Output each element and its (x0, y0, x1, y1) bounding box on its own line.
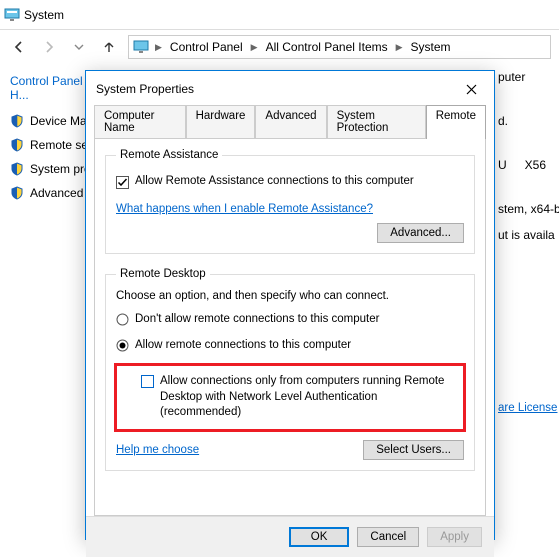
radio-dont-allow[interactable]: Don't allow remote connections to this c… (116, 312, 464, 328)
bg-text: U (498, 158, 507, 172)
radio-label: Allow remote connections to this compute… (135, 338, 351, 354)
chevron-right-icon[interactable]: ▶ (249, 42, 260, 53)
forward-button (38, 36, 60, 58)
tab-hardware[interactable]: Hardware (186, 105, 256, 138)
remote-desktop-note: Choose an option, and then specify who c… (116, 290, 464, 302)
remote-assistance-advanced-button[interactable]: Advanced... (377, 223, 464, 243)
bg-text: d. (498, 114, 554, 128)
recent-dropdown-button[interactable] (68, 36, 90, 58)
nla-checkbox[interactable]: Allow connections only from computers ru… (123, 374, 457, 421)
bg-text: stem, x64-b (498, 202, 554, 216)
radio-label: Don't allow remote connections to this c… (135, 312, 379, 328)
tab-computer-name[interactable]: Computer Name (94, 105, 186, 138)
system-properties-dialog: System Properties Computer Name Hardware… (85, 70, 495, 540)
tab-advanced[interactable]: Advanced (255, 105, 326, 138)
back-button (8, 36, 30, 58)
checkbox-icon (116, 176, 129, 189)
group-legend: Remote Desktop (116, 268, 210, 280)
remote-desktop-group: Remote Desktop Choose an option, and the… (105, 268, 475, 471)
tab-strip: Computer Name Hardware Advanced System P… (86, 105, 494, 138)
checkbox-label: Allow connections only from computers ru… (160, 374, 457, 421)
remote-assistance-group: Remote Assistance Allow Remote Assistanc… (105, 149, 475, 254)
shield-icon (10, 114, 24, 128)
breadcrumb-item[interactable]: System (405, 40, 457, 54)
cancel-button[interactable]: Cancel (357, 527, 419, 547)
close-button[interactable] (458, 79, 484, 99)
shield-icon (10, 186, 24, 200)
breadcrumb-item[interactable]: All Control Panel Items (260, 40, 394, 54)
dialog-title-bar: System Properties (86, 71, 494, 105)
dialog-button-row: OK Cancel Apply (86, 516, 494, 557)
radio-allow[interactable]: Allow remote connections to this compute… (116, 338, 464, 354)
help-me-choose-link[interactable]: Help me choose (116, 444, 199, 456)
nla-highlight: Allow connections only from computers ru… (114, 363, 466, 432)
explorer-title: System (24, 8, 64, 22)
bg-link[interactable]: are License (498, 402, 557, 414)
checkbox-icon (141, 375, 154, 388)
tab-remote[interactable]: Remote (426, 105, 486, 139)
radio-icon (116, 313, 129, 326)
nav-row: ▶ Control Panel ▶ All Control Panel Item… (0, 30, 559, 64)
system-icon (4, 7, 20, 23)
radio-icon (116, 339, 129, 352)
chevron-right-icon[interactable]: ▶ (153, 42, 164, 53)
bg-text: ut is availa (498, 228, 554, 242)
breadcrumb-item[interactable]: Control Panel (164, 40, 249, 54)
tab-system-protection[interactable]: System Protection (327, 105, 426, 138)
up-button[interactable] (98, 36, 120, 58)
apply-button: Apply (427, 527, 482, 547)
chevron-right-icon[interactable]: ▶ (394, 42, 405, 53)
explorer-window-title-bar: System (0, 0, 559, 30)
shield-icon (10, 162, 24, 176)
shield-icon (10, 138, 24, 152)
bg-text: X56 (525, 158, 546, 172)
tab-content-remote: Remote Assistance Allow Remote Assistanc… (94, 138, 486, 516)
system-icon (133, 39, 149, 55)
group-legend: Remote Assistance (116, 149, 222, 161)
select-users-button[interactable]: Select Users... (363, 440, 464, 460)
ok-button[interactable]: OK (289, 527, 350, 547)
background-text: puter d. U X56 stem, x64-b ut is availa a… (498, 70, 554, 444)
checkbox-label: Allow Remote Assistance connections to t… (135, 175, 414, 187)
breadcrumb[interactable]: ▶ Control Panel ▶ All Control Panel Item… (128, 35, 551, 59)
bg-text: puter (498, 70, 554, 84)
dialog-title: System Properties (96, 82, 458, 96)
remote-assistance-help-link[interactable]: What happens when I enable Remote Assist… (116, 203, 373, 215)
allow-remote-assistance-checkbox[interactable]: Allow Remote Assistance connections to t… (116, 175, 464, 189)
